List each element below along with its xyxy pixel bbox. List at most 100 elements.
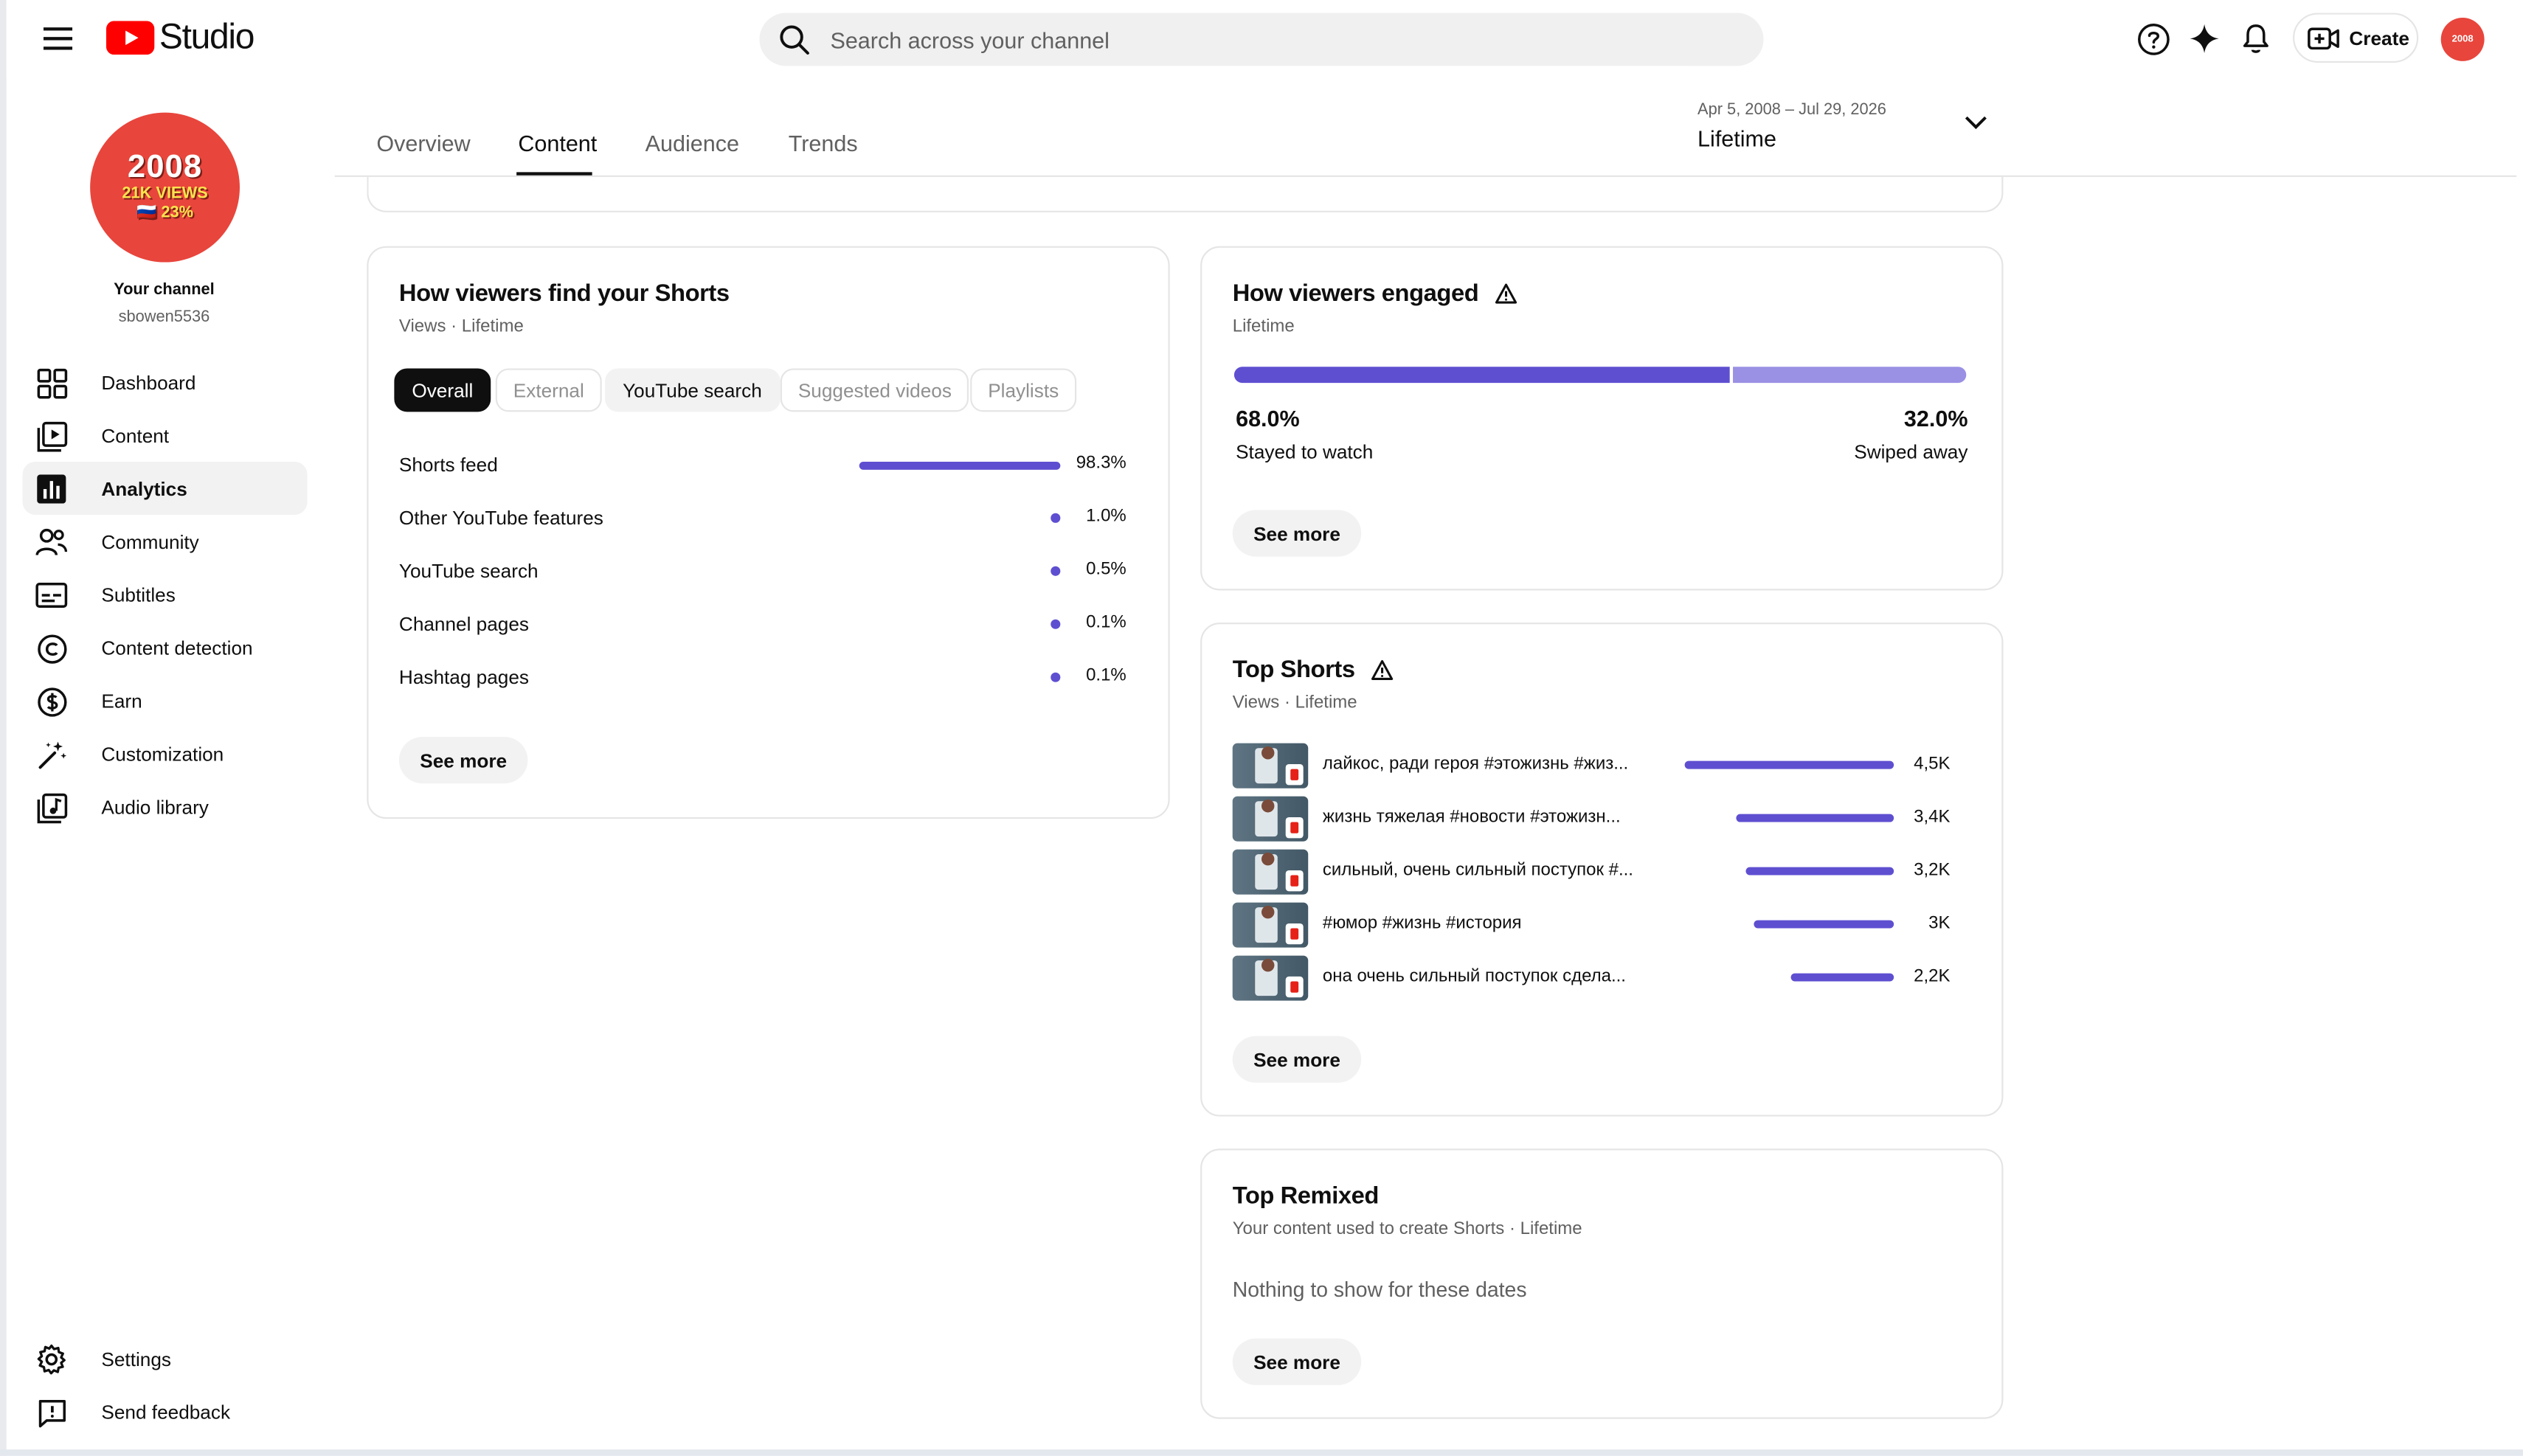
empty-state-text: Nothing to show for these dates [1232, 1277, 1527, 1302]
chip-overall[interactable]: Overall [394, 368, 491, 412]
feedback-icon [35, 1396, 68, 1429]
traffic-source-value: 1.0% [1086, 507, 1126, 527]
traffic-source-value: 98.3% [1076, 454, 1126, 474]
sidebar-item-label: Earn [101, 689, 142, 713]
search-box[interactable] [759, 13, 1764, 66]
avatar-line-1: 2008 [127, 149, 203, 185]
top-short-row[interactable]: сильный, очень сильный поступок #... 3,2K [1232, 849, 1960, 895]
chip-youtube-search[interactable]: YouTube search [605, 368, 780, 412]
active-tab-indicator [516, 172, 592, 176]
sidebar-item-label: Community [101, 530, 199, 553]
top-shorts-card: Top Shorts Views · Lifetime лайкос, ради… [1200, 623, 2004, 1117]
stayed-label: Stayed to watch [1236, 440, 1374, 464]
sidebar-item-community[interactable]: Community [23, 515, 308, 568]
chip-external[interactable]: External [495, 368, 602, 412]
see-more-button[interactable]: See more [1232, 1036, 1362, 1083]
notifications-button[interactable] [2237, 19, 2275, 58]
top-short-row[interactable]: она очень сильный поступок сдела... 2,2K [1232, 955, 1960, 1001]
dashboard-icon [35, 367, 68, 399]
traffic-source-row: Other YouTube features 1.0% [399, 504, 1126, 536]
date-range-picker[interactable]: Apr 5, 2008 – Jul 29, 2026 Lifetime [1697, 101, 1997, 165]
sidebar-item-dashboard[interactable]: Dashboard [23, 356, 308, 409]
date-range-dates: Apr 5, 2008 – Jul 29, 2026 [1697, 101, 1886, 119]
top-remixed-card: Top Remixed Your content used to create … [1200, 1148, 2004, 1419]
traffic-source-row: Channel pages 0.1% [399, 610, 1126, 642]
card-title-text: Top Shorts [1232, 656, 1355, 684]
channel-handle: sbowen5536 [118, 308, 210, 327]
sidebar-item-label: Subtitles [101, 583, 176, 606]
magic-wand-icon [35, 738, 68, 771]
swiped-label: Swiped away [1854, 440, 1968, 464]
menu-button[interactable] [38, 19, 77, 58]
sidebar-item-label: Dashboard [101, 370, 196, 394]
swiped-bar [1733, 367, 1967, 384]
sidebar-item-send-feedback[interactable]: Send feedback [23, 1385, 308, 1438]
search-input[interactable] [830, 26, 1731, 52]
card-title: Top Shorts [1233, 656, 1394, 684]
subtitles-icon [35, 579, 68, 611]
top-short-row[interactable]: жизнь тяжелая #новости #этожизн... 3,4K [1232, 796, 1960, 842]
card-subtitle: Views · Lifetime [1232, 693, 1357, 713]
top-short-row[interactable]: лайкос, ради героя #этожизнь #жиз... 4,5K [1232, 743, 1960, 788]
tab-audience[interactable]: Audience [646, 131, 739, 156]
share-bar [859, 461, 1061, 470]
studio-logo[interactable]: Studio [105, 15, 255, 57]
sidebar-item-settings[interactable]: Settings [23, 1332, 308, 1385]
short-title[interactable]: лайкос, ради героя #этожизнь #жиз... [1323, 755, 1661, 774]
short-title[interactable]: жизнь тяжелая #новости #этожизн... [1323, 808, 1661, 827]
traffic-source-value: 0.5% [1086, 560, 1126, 580]
sidebar-item-content-detection[interactable]: Content detection [23, 621, 308, 674]
traffic-source-name: Channel pages [398, 612, 530, 636]
views-bar [1754, 920, 1894, 929]
see-more-button[interactable]: See more [398, 736, 528, 784]
top-short-row[interactable]: #юмор #жизнь #история 3K [1232, 902, 1960, 948]
sidebar-item-customization[interactable]: Customization [23, 727, 308, 780]
help-button[interactable] [2133, 19, 2172, 58]
warning-icon[interactable] [1495, 283, 1517, 304]
chip-playlists[interactable]: Playlists [970, 368, 1077, 412]
sidebar-item-label: Content detection [101, 636, 253, 659]
views-bar [1735, 814, 1894, 822]
card-title: Top Remixed [1232, 1182, 1380, 1210]
sparkle-button[interactable] [2185, 19, 2223, 58]
sidebar-item-analytics[interactable]: Analytics [22, 461, 308, 515]
chip-suggested-videos[interactable]: Suggested videos [780, 368, 969, 412]
short-thumbnail[interactable] [1232, 743, 1309, 788]
sidebar-item-audio-library[interactable]: Audio library [23, 780, 308, 833]
sidebar-item-subtitles[interactable]: Subtitles [23, 568, 308, 621]
date-range-label: Lifetime [1697, 125, 1777, 152]
traffic-source-value: 0.1% [1086, 612, 1126, 633]
account-avatar[interactable]: 2008 [2440, 17, 2485, 61]
sidebar-item-content[interactable]: Content [23, 409, 308, 462]
sidebar-item-earn[interactable]: Earn [23, 674, 308, 727]
short-title[interactable]: сильный, очень сильный поступок #... [1323, 861, 1661, 880]
views-bar [1791, 973, 1894, 982]
channel-avatar[interactable]: 2008 21K VIEWS 🇷🇺 23% [90, 112, 240, 263]
short-thumbnail[interactable] [1232, 902, 1309, 948]
traffic-source-name: YouTube search [398, 560, 539, 583]
short-views: 3,4K [1914, 807, 1951, 828]
tab-trends[interactable]: Trends [789, 131, 858, 156]
short-title[interactable]: она очень сильный поступок сдела... [1323, 967, 1661, 986]
see-more-button[interactable]: See more [1232, 1338, 1362, 1385]
find-shorts-card: How viewers find your Shorts Views · Lif… [367, 246, 1170, 819]
analytics-tabs: Overview Content Audience Trends Apr 5, … [334, 77, 2517, 177]
traffic-source-row: Hashtag pages 0.1% [399, 663, 1126, 696]
short-thumbnail[interactable] [1232, 796, 1309, 842]
short-views: 2,2K [1914, 966, 1951, 987]
short-thumbnail[interactable] [1232, 955, 1309, 1001]
short-title[interactable]: #юмор #жизнь #история [1323, 914, 1661, 933]
youtube-logo-icon [105, 20, 155, 55]
create-button[interactable]: Create [2293, 13, 2419, 63]
tab-content[interactable]: Content [518, 131, 597, 156]
share-dot [1051, 513, 1061, 523]
card-subtitle: Lifetime [1232, 316, 1295, 336]
tab-overview[interactable]: Overview [376, 131, 470, 156]
app-name: Studio [159, 15, 255, 57]
content-icon [35, 420, 68, 452]
short-views: 3,2K [1914, 860, 1951, 881]
see-more-button[interactable]: See more [1232, 510, 1362, 557]
warning-icon[interactable] [1371, 659, 1394, 680]
video-add-icon [2308, 27, 2339, 49]
short-thumbnail[interactable] [1232, 849, 1309, 895]
